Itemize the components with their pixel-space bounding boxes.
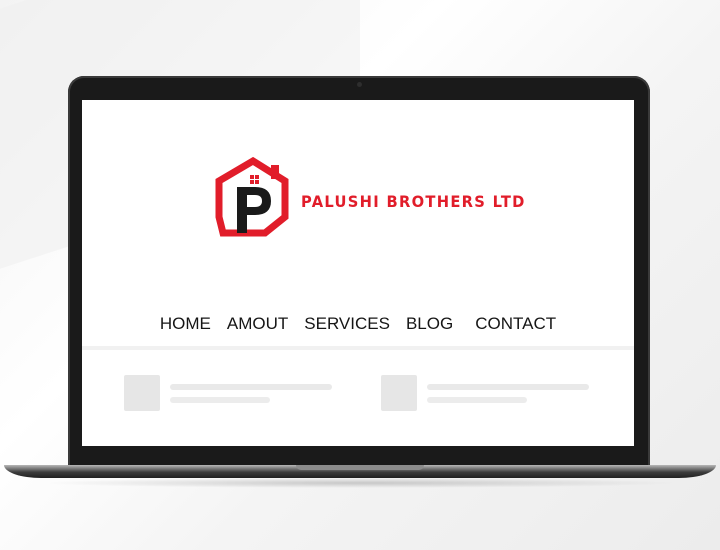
placeholder-line: [170, 384, 332, 390]
nav-item-contact[interactable]: CONTACT: [467, 312, 564, 336]
placeholder-thumbnail: [124, 375, 160, 411]
placeholder-thumbnail: [381, 375, 417, 411]
section-divider: [82, 346, 634, 350]
main-navigation: HOME AMOUT SERVICES BLOG CONTACT: [82, 312, 634, 336]
nav-item-blog[interactable]: BLOG: [398, 312, 461, 336]
placeholder-line: [170, 397, 270, 403]
laptop-mockup: PALUSHI BROTHERS LTD HOME AMOUT SERVICES…: [0, 0, 720, 550]
webcam-icon: [357, 82, 362, 87]
laptop-opening-notch: [296, 465, 424, 470]
nav-item-services[interactable]: SERVICES: [296, 312, 398, 336]
brand-logo[interactable]: PALUSHI BROTHERS LTD: [215, 157, 535, 237]
website-screen: PALUSHI BROTHERS LTD HOME AMOUT SERVICES…: [82, 100, 634, 446]
house-p-logo-icon: [215, 157, 289, 237]
nav-item-about[interactable]: AMOUT: [219, 312, 296, 336]
placeholder-line: [427, 397, 527, 403]
placeholder-line: [427, 384, 589, 390]
brand-name: PALUSHI BROTHERS LTD: [301, 191, 526, 211]
nav-item-home[interactable]: HOME: [152, 312, 219, 336]
placeholder-card: [124, 375, 334, 411]
placeholder-card: [381, 375, 591, 411]
laptop-shadow: [40, 478, 680, 488]
